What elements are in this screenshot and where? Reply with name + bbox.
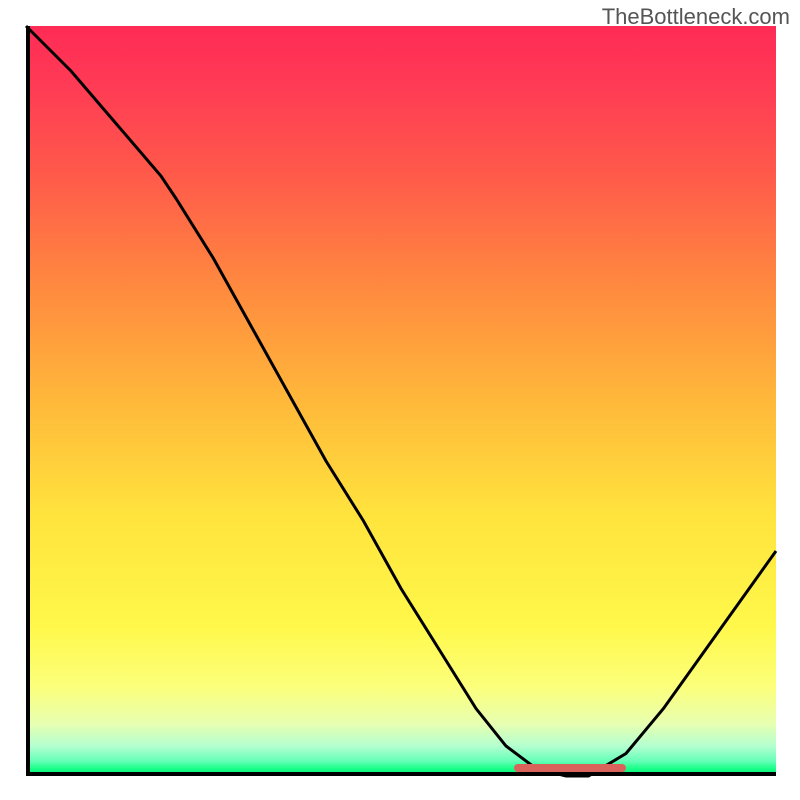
watermark-text: TheBottleneck.com	[602, 4, 790, 30]
plot-area	[26, 26, 776, 776]
curve-svg	[26, 26, 776, 776]
optimal-range-marker	[514, 764, 627, 772]
bottleneck-curve	[26, 26, 776, 776]
